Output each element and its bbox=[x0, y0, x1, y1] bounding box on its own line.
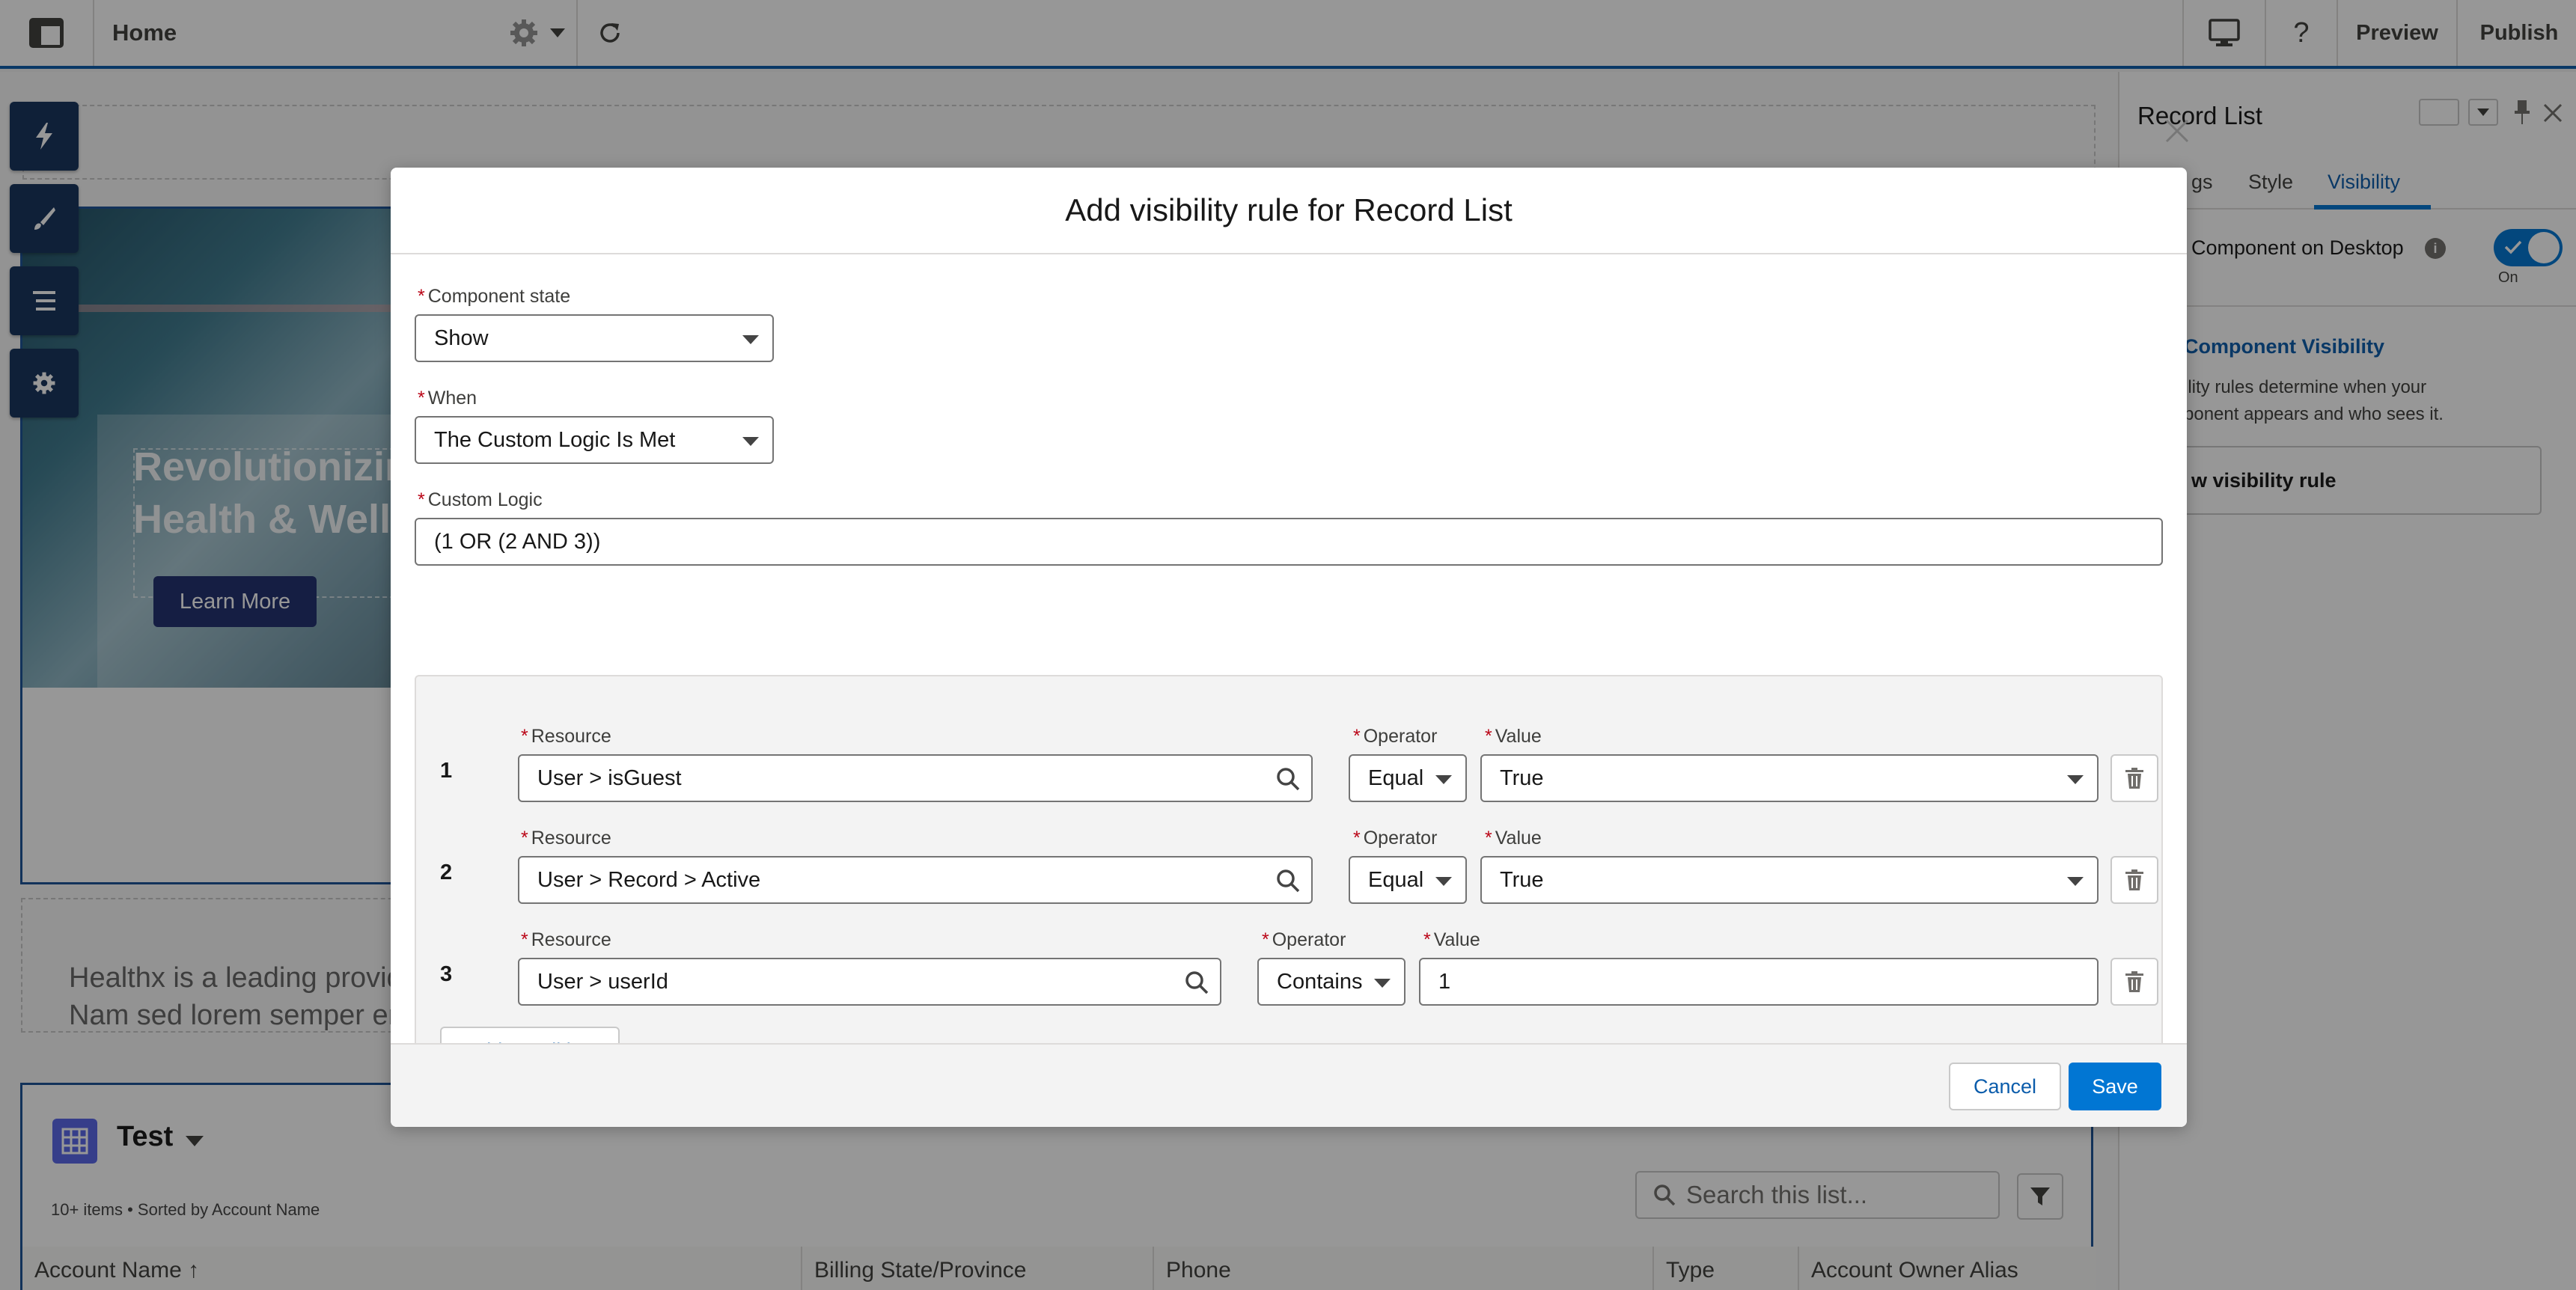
modal-footer: Cancel Save bbox=[391, 1043, 2187, 1127]
when-select[interactable]: The Custom Logic Is Met bbox=[415, 416, 774, 464]
operator-select[interactable]: Contains bbox=[1257, 958, 1405, 1006]
delete-condition-button[interactable] bbox=[2110, 754, 2158, 802]
resource-lookup-input[interactable]: User > isGuest bbox=[518, 754, 1313, 802]
value-input[interactable]: 1 bbox=[1419, 958, 2099, 1006]
search-icon[interactable] bbox=[1275, 766, 1301, 792]
search-icon[interactable] bbox=[1275, 868, 1301, 893]
component-state-label: * Component state bbox=[418, 286, 571, 307]
required-asterisk: * bbox=[418, 286, 425, 307]
value-value: 1 bbox=[1438, 969, 1451, 994]
delete-condition-button[interactable] bbox=[2110, 856, 2158, 904]
operator-select[interactable]: Equal bbox=[1349, 856, 1467, 904]
resource-lookup-input[interactable]: User > Record > Active bbox=[518, 856, 1313, 904]
value-value: True bbox=[1500, 765, 1544, 790]
resource-value: User > userId bbox=[537, 969, 668, 994]
trash-icon bbox=[2125, 768, 2143, 789]
when-label: * When bbox=[418, 388, 477, 409]
search-icon[interactable] bbox=[1184, 970, 1209, 995]
visibility-rule-modal: Add visibility rule for Record List * Com… bbox=[391, 168, 2187, 1127]
chevron-down-icon bbox=[1435, 775, 1452, 784]
resource-value: User > Record > Active bbox=[537, 867, 761, 892]
value-label: * Value bbox=[1485, 828, 1542, 849]
trash-icon bbox=[2125, 971, 2143, 992]
operator-value: Contains bbox=[1277, 969, 1363, 994]
trash-icon bbox=[2125, 869, 2143, 890]
resource-label: * Resource bbox=[521, 929, 611, 950]
component-state-value: Show bbox=[434, 325, 489, 350]
conditions-panel: 1 * Resource User > isGuest * Operator Equ… bbox=[415, 675, 2163, 1098]
modal-body: * Component state Show * When The Custom L… bbox=[391, 254, 2187, 1098]
when-value: The Custom Logic Is Met bbox=[434, 427, 676, 452]
condition-number: 3 bbox=[440, 962, 453, 986]
modal-title: Add visibility rule for Record List bbox=[1065, 192, 1513, 227]
value-label: * Value bbox=[1423, 929, 1480, 950]
operator-label: * Operator bbox=[1262, 929, 1346, 950]
chevron-down-icon bbox=[2067, 877, 2084, 886]
resource-label: * Resource bbox=[521, 726, 611, 747]
delete-condition-button[interactable] bbox=[2110, 958, 2158, 1006]
required-asterisk: * bbox=[418, 489, 425, 510]
resource-label: * Resource bbox=[521, 828, 611, 849]
cancel-button[interactable]: Cancel bbox=[1949, 1063, 2061, 1110]
required-asterisk: * bbox=[418, 388, 425, 409]
resource-value: User > isGuest bbox=[537, 765, 682, 790]
operator-select[interactable]: Equal bbox=[1349, 754, 1467, 802]
condition-number: 1 bbox=[440, 759, 453, 783]
component-state-select[interactable]: Show bbox=[415, 314, 774, 362]
chevron-down-icon bbox=[1435, 877, 1452, 886]
modal-header: Add visibility rule for Record List bbox=[391, 168, 2187, 254]
chevron-down-icon bbox=[742, 335, 759, 344]
custom-logic-input[interactable]: (1 OR (2 AND 3)) bbox=[415, 518, 2163, 566]
value-label: * Value bbox=[1485, 726, 1542, 747]
value-value: True bbox=[1500, 867, 1544, 892]
condition-number: 2 bbox=[440, 860, 453, 884]
operator-label: * Operator bbox=[1353, 828, 1438, 849]
operator-value: Equal bbox=[1368, 867, 1424, 892]
chevron-down-icon bbox=[2067, 775, 2084, 784]
custom-logic-label: * Custom Logic bbox=[418, 489, 543, 510]
save-button[interactable]: Save bbox=[2069, 1063, 2161, 1110]
chevron-down-icon bbox=[742, 437, 759, 446]
value-select[interactable]: True bbox=[1480, 754, 2099, 802]
operator-value: Equal bbox=[1368, 765, 1424, 790]
chevron-down-icon bbox=[1374, 979, 1391, 988]
resource-lookup-input[interactable]: User > userId bbox=[518, 958, 1221, 1006]
value-select[interactable]: True bbox=[1480, 856, 2099, 904]
operator-label: * Operator bbox=[1353, 726, 1438, 747]
custom-logic-value: (1 OR (2 AND 3)) bbox=[434, 529, 601, 554]
